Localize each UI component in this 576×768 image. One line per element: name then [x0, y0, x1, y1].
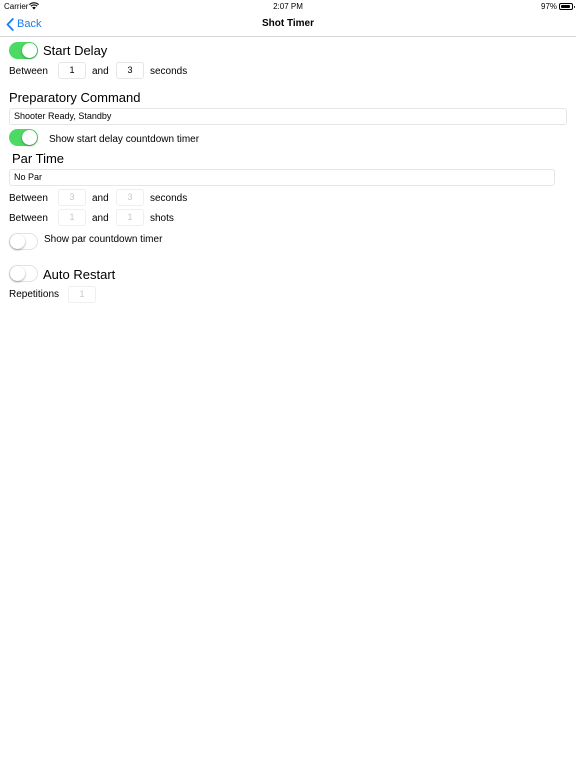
par-countdown-label: Show par countdown timer	[44, 234, 163, 245]
par-seconds-between-label: Between	[9, 193, 48, 204]
auto-restart-label: Auto Restart	[43, 267, 116, 282]
preparatory-command-label: Preparatory Command	[9, 90, 141, 105]
start-countdown-toggle[interactable]	[9, 129, 38, 146]
par-shots-between-label: Between	[9, 213, 48, 224]
par-seconds-min-field[interactable]: 3	[58, 189, 86, 206]
nav-divider	[0, 36, 576, 37]
par-shots-unit-label: shots	[150, 213, 174, 224]
start-delay-and-label: and	[92, 66, 109, 77]
repetitions-field[interactable]: 1	[68, 286, 96, 303]
battery-percent: 97%	[541, 2, 558, 11]
page-title: Shot Timer	[261, 18, 315, 29]
par-seconds-and-label: and	[92, 193, 109, 204]
start-delay-unit-label: seconds	[150, 66, 188, 77]
par-countdown-toggle[interactable]	[9, 233, 38, 250]
start-delay-between-label: Between	[9, 66, 48, 77]
par-seconds-max-field[interactable]: 3	[116, 189, 144, 206]
start-delay-toggle[interactable]	[9, 42, 38, 59]
auto-restart-toggle[interactable]	[9, 265, 38, 282]
par-shots-max-field[interactable]: 1	[116, 209, 144, 226]
preparatory-command-field[interactable]: Shooter Ready, Standby	[9, 108, 567, 125]
start-countdown-label: Show start delay countdown timer	[49, 134, 200, 145]
par-time-label: Par Time	[12, 151, 65, 166]
par-shots-min-field[interactable]: 1	[58, 209, 86, 226]
start-delay-max-field[interactable]: 3	[116, 62, 144, 79]
start-delay-label: Start Delay	[43, 43, 108, 58]
repetitions-label: Repetitions	[9, 289, 60, 300]
start-delay-min-field[interactable]: 1	[58, 62, 86, 79]
par-shots-and-label: and	[92, 213, 109, 224]
par-time-field[interactable]: No Par	[9, 169, 555, 186]
par-seconds-unit-label: seconds	[150, 193, 188, 204]
status-time: 2:07 PM	[273, 2, 303, 11]
battery-icon	[559, 3, 575, 10]
